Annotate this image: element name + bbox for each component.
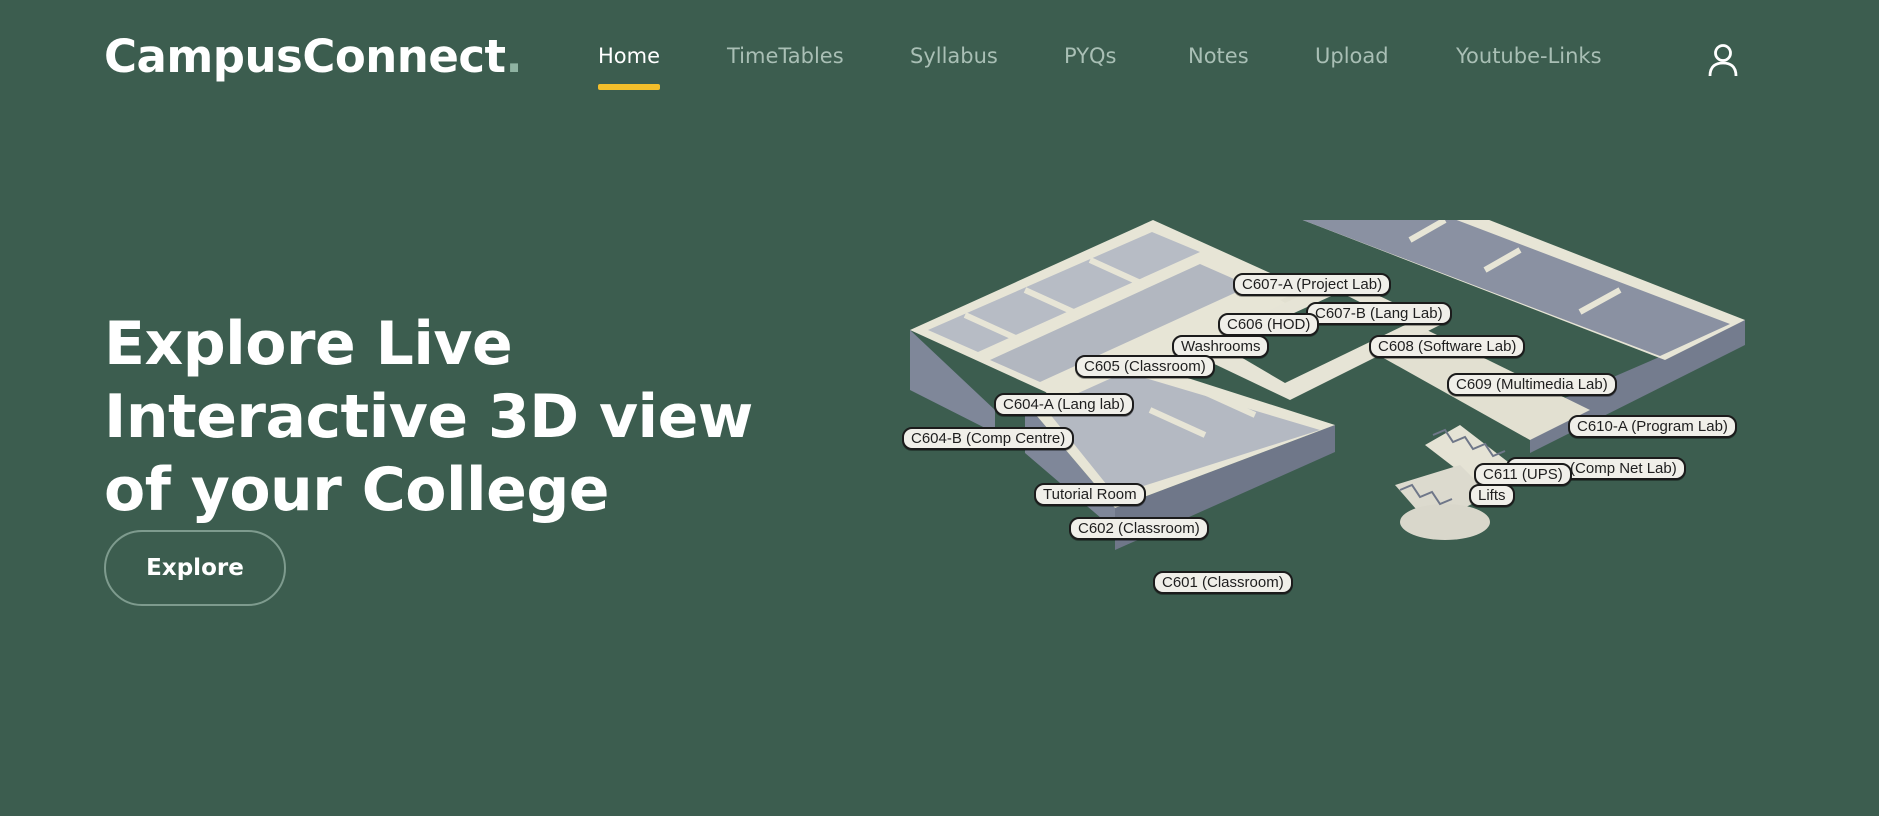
room-label[interactable]: C605 (Classroom) xyxy=(1075,355,1215,378)
nav-syllabus[interactable]: Syllabus xyxy=(910,44,998,68)
nav-home-label: Home xyxy=(598,44,661,68)
nav-pyqs[interactable]: PYQs xyxy=(1064,44,1117,68)
logo-text: CampusConnect xyxy=(104,30,506,83)
room-label[interactable]: C607-A (Project Lab) xyxy=(1233,273,1392,296)
room-label[interactable]: C609 (Multimedia Lab) xyxy=(1447,373,1617,396)
room-label[interactable]: C610-A (Program Lab) xyxy=(1568,415,1737,438)
nav-timetables[interactable]: TimeTables xyxy=(727,44,844,68)
room-label[interactable]: C608 (Software Lab) xyxy=(1369,335,1526,358)
explore-button[interactable]: Explore xyxy=(104,530,286,606)
room-label[interactable]: Tutorial Room xyxy=(1034,483,1146,506)
room-label[interactable]: C607-B (Lang Lab) xyxy=(1306,302,1452,325)
active-tab-indicator xyxy=(598,84,661,90)
nav-youtube-links[interactable]: Youtube-Links xyxy=(1456,44,1602,68)
room-label[interactable]: C601 (Classroom) xyxy=(1153,571,1293,594)
interactive-3d-floor-map[interactable]: C607-A (Project Lab) C607-B (Lang Lab) C… xyxy=(900,155,1760,670)
room-label[interactable]: C604-A (Lang lab) xyxy=(994,393,1134,416)
user-icon[interactable] xyxy=(1705,42,1741,78)
room-label[interactable]: C604-B (Comp Centre) xyxy=(902,427,1075,450)
nav-notes[interactable]: Notes xyxy=(1188,44,1249,68)
room-label[interactable]: C611 (UPS) xyxy=(1474,463,1572,486)
nav-home[interactable]: Home xyxy=(598,44,661,90)
hero-title: Explore Live Interactive 3D view of your… xyxy=(104,309,753,526)
logo-dot: . xyxy=(505,30,523,83)
room-label[interactable]: C602 (Classroom) xyxy=(1069,517,1209,540)
room-label[interactable]: C606 (HOD) xyxy=(1218,313,1320,336)
room-label[interactable]: Lifts xyxy=(1469,484,1515,507)
nav-upload[interactable]: Upload xyxy=(1315,44,1389,68)
site-logo[interactable]: CampusConnect. xyxy=(104,30,523,83)
